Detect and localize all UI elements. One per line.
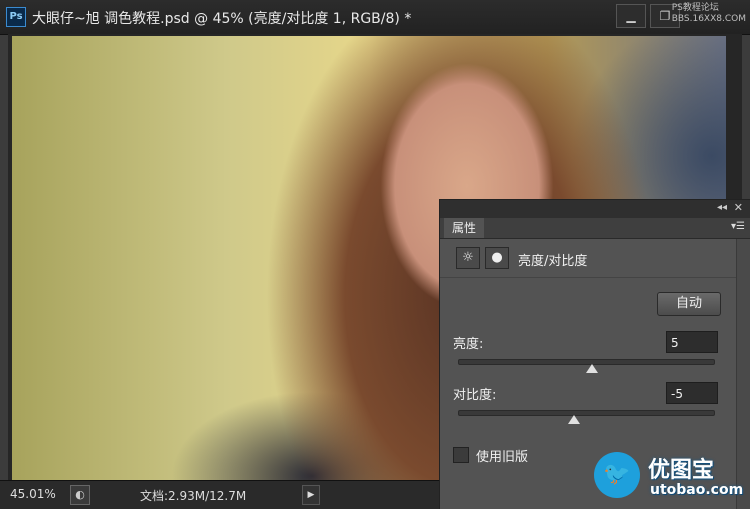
contrast-value-field[interactable]: -5	[666, 382, 718, 404]
forum-watermark-name: PS教程论坛	[671, 3, 719, 13]
document-title-bar: Ps 大眼仔~旭 调色教程.psd @ 45% (亮度/对比度 1, RGB/8…	[0, 0, 750, 35]
brightness-label: 亮度:	[453, 337, 484, 352]
minimize-button[interactable]: ▁	[616, 4, 646, 28]
contrast-slider[interactable]	[458, 410, 715, 424]
panel-header-bar: ◂◂ ✕	[440, 200, 750, 218]
watermark-brand: 优图宝	[648, 458, 715, 483]
status-info-icon[interactable]: ◐	[70, 485, 90, 505]
brightness-slider[interactable]	[458, 359, 715, 373]
close-panel-icon[interactable]: ✕	[734, 201, 743, 214]
panel-menu-icon[interactable]: ▾☰	[731, 221, 745, 232]
bird-logo-icon: 🐦	[594, 452, 640, 498]
forum-watermark: PS教程论坛 BBS.16XX8.COM	[672, 3, 746, 25]
utobao-watermark: 🐦 优图宝 utobao.com	[594, 450, 750, 508]
status-menu-arrow-icon[interactable]: ▶	[302, 485, 320, 505]
contrast-label: 对比度:	[453, 388, 497, 403]
watermark-domain: utobao.com	[650, 482, 744, 498]
photoshop-logo-icon: Ps	[6, 7, 26, 27]
panel-tab-row: 属性 ▾☰	[440, 218, 750, 239]
minimize-icon: ▁	[626, 9, 636, 23]
layer-mask-icon[interactable]: ●	[485, 247, 509, 269]
adjustment-header: ☼ ● 亮度/对比度	[440, 239, 750, 278]
contrast-slider-thumb[interactable]	[567, 415, 580, 424]
adjustment-title: 亮度/对比度	[518, 254, 588, 269]
document-size-info: 文档:2.93M/12.7M	[140, 489, 247, 503]
brightness-slider-thumb[interactable]	[585, 364, 598, 373]
use-legacy-label: 使用旧版	[476, 450, 529, 465]
brightness-value-field[interactable]: 5	[666, 331, 718, 353]
zoom-level[interactable]: 45.01%	[10, 487, 56, 501]
document-title: 大眼仔~旭 调色教程.psd @ 45% (亮度/对比度 1, RGB/8) *	[32, 11, 412, 27]
auto-button[interactable]: 自动	[657, 292, 721, 316]
use-legacy-checkbox[interactable]	[453, 447, 469, 463]
tab-properties[interactable]: 属性	[444, 218, 485, 238]
restore-icon: ❐	[659, 9, 671, 23]
brightness-adjustment-icon[interactable]: ☼	[456, 247, 480, 269]
collapse-panel-icon[interactable]: ◂◂	[717, 202, 727, 213]
forum-watermark-url: BBS.16XX8.COM	[671, 14, 746, 24]
